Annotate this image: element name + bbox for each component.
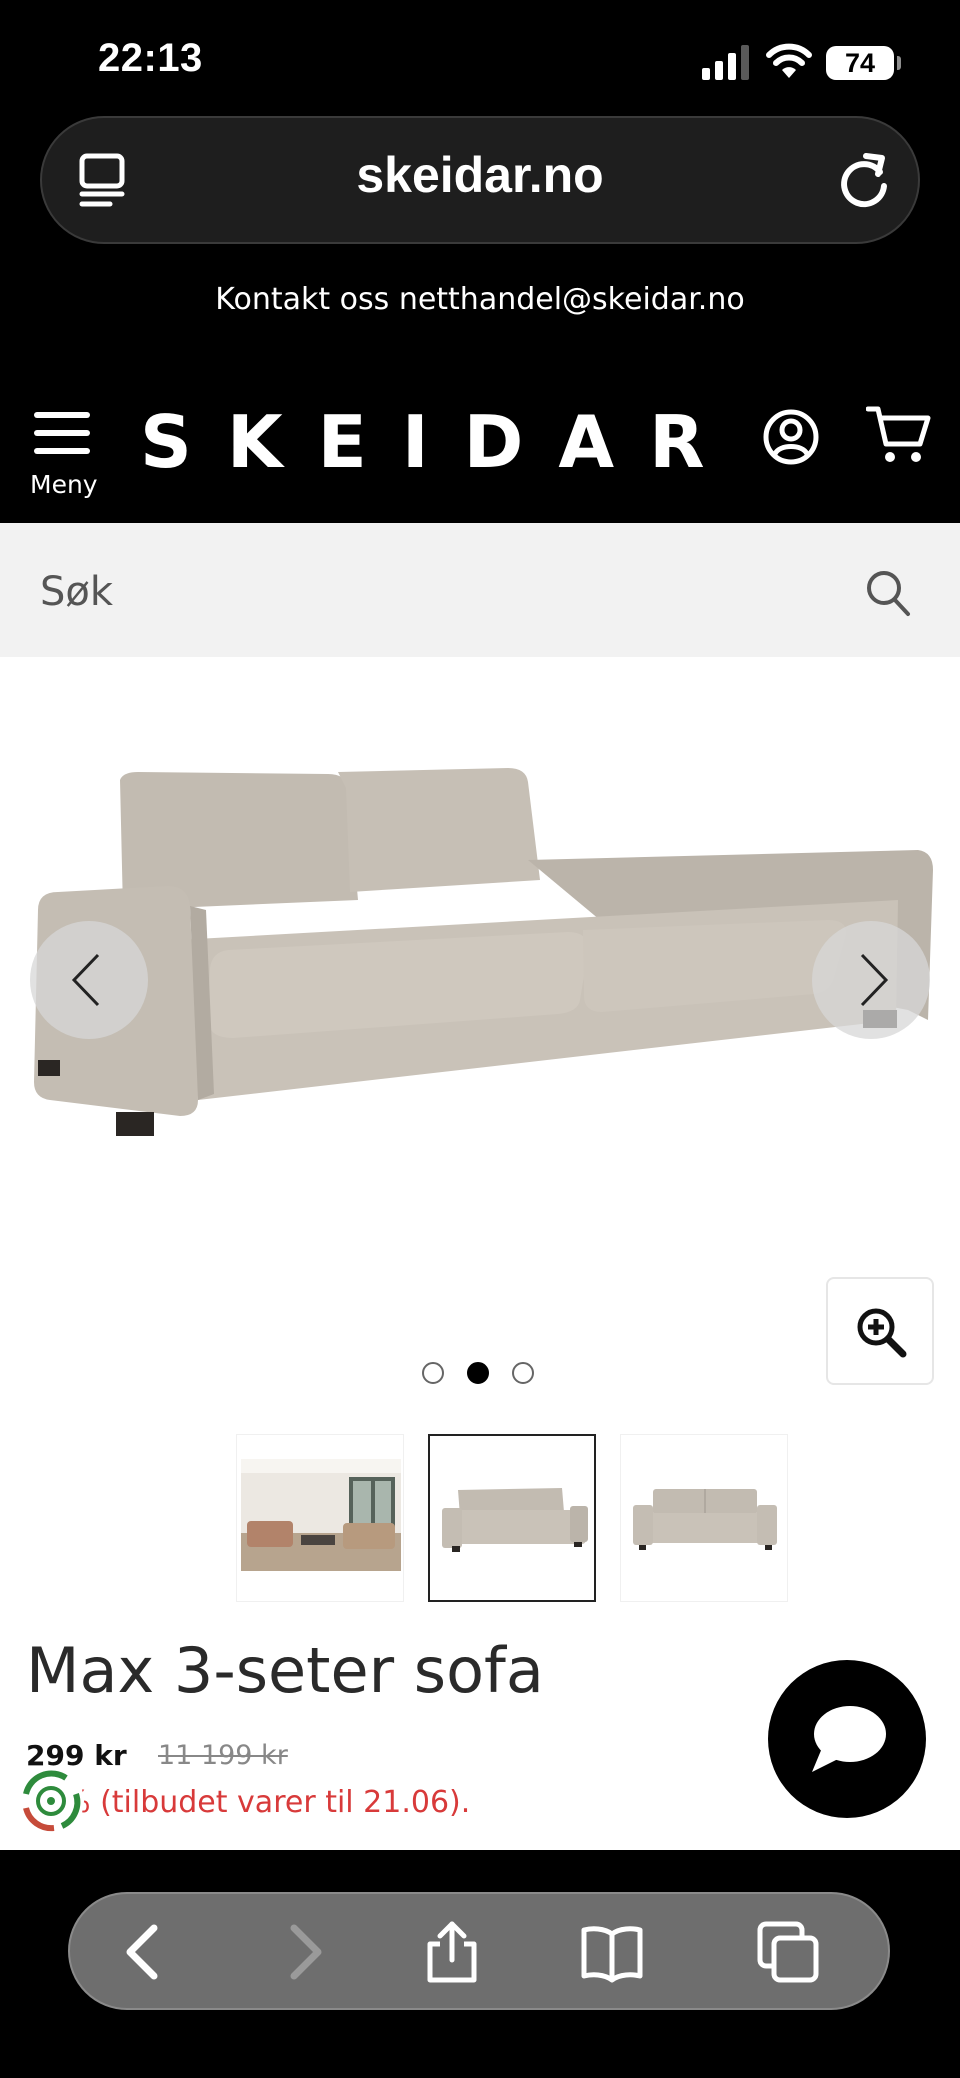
- carousel-pagination: [420, 1362, 540, 1392]
- carousel-dot[interactable]: [512, 1362, 534, 1384]
- reload-icon[interactable]: [836, 150, 892, 208]
- bookmarks-icon[interactable]: [580, 1920, 644, 1984]
- battery-tip: [897, 56, 901, 70]
- carousel-prev-button[interactable]: [30, 921, 148, 1039]
- cart-icon[interactable]: [866, 404, 932, 466]
- thumbnail-sofa-front[interactable]: [620, 1434, 788, 1602]
- product-image-sofa[interactable]: [28, 760, 934, 1190]
- original-price: 11 199 kr: [158, 1740, 288, 1771]
- skeidar-logo[interactable]: SKEIDAR: [140, 400, 740, 484]
- carousel-dot[interactable]: [422, 1362, 444, 1384]
- carousel-dot-active[interactable]: [467, 1362, 489, 1384]
- status-time: 22:13: [98, 36, 203, 80]
- signal-icon: [702, 45, 749, 80]
- offer-validity: (tilbudet varer til 21.06).: [100, 1785, 471, 1820]
- tabs-icon[interactable]: [756, 1920, 820, 1984]
- zoom-button[interactable]: [826, 1277, 934, 1385]
- url-text[interactable]: skeidar.no: [200, 146, 760, 204]
- offer-text: % (tilbudet varer til 21.06).: [62, 1785, 470, 1820]
- thumbnail-living-room[interactable]: [236, 1434, 404, 1602]
- sofa-front-photo: [625, 1459, 785, 1571]
- back-icon[interactable]: [112, 1920, 176, 1984]
- contact-banner[interactable]: Kontakt oss netthandel@skeidar.no: [0, 282, 960, 317]
- chevron-left-icon: [71, 953, 100, 1007]
- reader-icon[interactable]: [78, 152, 130, 208]
- account-icon[interactable]: [762, 408, 820, 466]
- carousel-next-button[interactable]: [812, 921, 930, 1039]
- living-room-photo: [241, 1459, 401, 1571]
- wifi-icon: [766, 43, 812, 78]
- product-title: Max 3-seter sofa: [26, 1634, 544, 1707]
- menu-icon[interactable]: [34, 410, 90, 456]
- forward-icon[interactable]: [272, 1920, 336, 1984]
- chat-button[interactable]: [768, 1660, 926, 1818]
- sofa-angled-photo: [434, 1460, 594, 1572]
- chat-bubble-icon: [812, 1706, 886, 1772]
- battery-indicator: 74: [826, 46, 894, 80]
- recycle-badge-icon[interactable]: [14, 1764, 88, 1838]
- search-icon[interactable]: [864, 568, 912, 618]
- menu-label[interactable]: Meny: [30, 470, 98, 499]
- search-input[interactable]: [40, 564, 800, 620]
- thumbnail-sofa-angled[interactable]: [428, 1434, 596, 1602]
- zoom-in-icon: [857, 1308, 907, 1358]
- chevron-right-icon: [860, 953, 889, 1007]
- share-icon[interactable]: [420, 1920, 484, 1984]
